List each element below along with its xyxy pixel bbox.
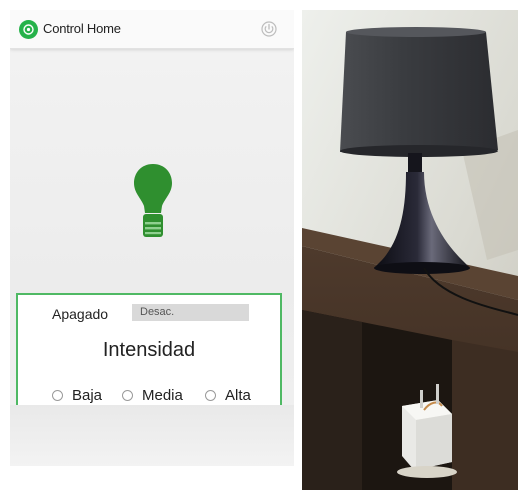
radio-alta[interactable]: Alta — [205, 387, 251, 404]
lamp-photo — [302, 10, 518, 490]
radio-media[interactable]: Media — [122, 387, 183, 404]
app-logo-icon — [19, 20, 38, 39]
app-screen: Control Home Apagado Desac. Intensidad B… — [10, 10, 294, 466]
radio-button[interactable] — [52, 390, 63, 401]
power-icon[interactable] — [260, 20, 278, 38]
radio-label-media: Media — [142, 387, 183, 404]
control-panel: Apagado Desac. Intensidad Baja Media Alt… — [16, 293, 282, 405]
radio-label-baja: Baja — [72, 387, 103, 404]
status-label: Apagado — [52, 306, 109, 322]
radio-button[interactable] — [205, 390, 216, 401]
radio-button[interactable] — [122, 390, 133, 401]
app-bar: Control Home — [10, 10, 294, 49]
intensity-title: Intensidad — [102, 339, 196, 361]
radio-baja[interactable]: Baja — [52, 387, 102, 404]
app-title: Control Home — [43, 21, 121, 36]
bottom-area — [10, 405, 294, 466]
status-field[interactable]: Desac. — [132, 304, 249, 321]
radio-label-alta: Alta — [225, 387, 251, 404]
lightbulb-icon[interactable] — [132, 162, 174, 250]
